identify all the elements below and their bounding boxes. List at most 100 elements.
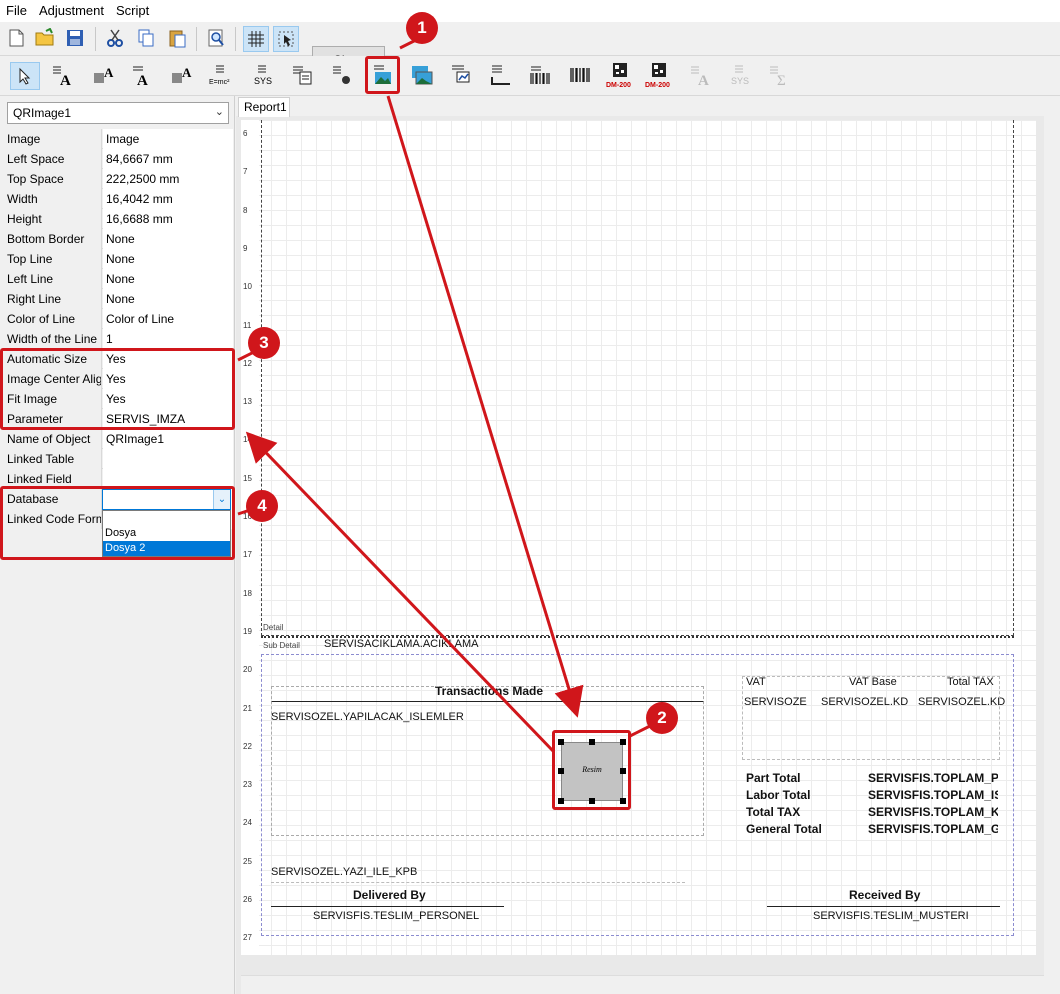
property-value[interactable]: 84,6667 mm: [103, 149, 233, 169]
teslim-musteri-field[interactable]: SERVISFIS.TESLIM_MUSTERI: [813, 910, 969, 922]
ruler-number: 17: [243, 550, 252, 560]
yazi-ile-field[interactable]: SERVISOZEL.YAZI_ILE_KPB: [271, 866, 417, 878]
object-selector-value: QRImage1: [13, 106, 72, 120]
vertical-scrollbar[interactable]: [1044, 116, 1060, 994]
property-row[interactable]: Linked Table: [0, 449, 233, 469]
yazi-ile-underline: [271, 882, 685, 883]
property-name: Name of Object: [0, 429, 102, 449]
property-name: Top Space: [0, 169, 102, 189]
property-value[interactable]: QRImage1: [103, 429, 233, 449]
ruler-number: 10: [243, 282, 252, 292]
subdetail-band-label: Sub Detail: [263, 641, 300, 650]
db-qrcode-icon[interactable]: DM-200: [645, 61, 673, 89]
total-field[interactable]: SERVISFIS.TOPLAM_ISC: [868, 788, 998, 802]
system-data-icon[interactable]: SYS: [250, 63, 278, 87]
property-row[interactable]: Height 16,6688 mm: [0, 209, 233, 229]
property-row[interactable]: Color of Line Color of Line: [0, 309, 233, 329]
rich-text-icon[interactable]: A: [130, 63, 154, 87]
tab-report1[interactable]: Report1: [238, 97, 290, 117]
cut-icon[interactable]: [103, 26, 127, 50]
ruler-number: 15: [243, 473, 252, 483]
property-value[interactable]: Image: [103, 129, 233, 149]
total-label[interactable]: Total TAX: [746, 805, 800, 819]
chart-icon[interactable]: [449, 63, 473, 87]
property-row[interactable]: Left Line None: [0, 269, 233, 289]
ruler-number: 24: [243, 818, 252, 828]
property-row[interactable]: Bottom Border None: [0, 229, 233, 249]
db-rich-text-icon[interactable]: A: [170, 63, 194, 87]
detail-band[interactable]: [261, 120, 1014, 636]
expression-icon[interactable]: E=mc²: [208, 63, 236, 87]
text-label-icon[interactable]: A: [50, 63, 74, 87]
menu-script[interactable]: Script: [110, 0, 155, 22]
copy-icon[interactable]: [134, 26, 158, 50]
open-folder-icon[interactable]: [33, 26, 57, 50]
save-icon[interactable]: [63, 26, 87, 50]
property-value[interactable]: 1: [103, 329, 233, 349]
new-file-icon[interactable]: [4, 26, 28, 50]
property-row[interactable]: Right Line None: [0, 289, 233, 309]
servis-aciklama-field[interactable]: SERVISACIKLAMA.ACIKLAMA: [324, 638, 478, 650]
object-selector[interactable]: QRImage1 ⌄: [7, 102, 229, 124]
menu-file[interactable]: File: [0, 0, 33, 22]
select-icon[interactable]: [273, 26, 299, 52]
property-value[interactable]: [103, 449, 233, 469]
property-value[interactable]: None: [103, 269, 233, 289]
horizontal-scrollbar[interactable]: [241, 975, 1044, 994]
property-row[interactable]: Top Line None: [0, 249, 233, 269]
db-image-icon[interactable]: [410, 63, 434, 87]
qrcode-icon[interactable]: DM-200: [606, 61, 634, 89]
barcode-icon[interactable]: [528, 63, 552, 87]
components-toolbar: A A A A E=mc² SYS DM-200 DM-200 A SYS Σ: [0, 56, 1060, 96]
property-name: Image: [0, 129, 102, 149]
property-row[interactable]: Top Space 222,2500 mm: [0, 169, 233, 189]
property-value[interactable]: Color of Line: [103, 309, 233, 329]
ruler-number: 9: [243, 243, 248, 253]
property-value[interactable]: 222,2500 mm: [103, 169, 233, 189]
total-field[interactable]: SERVISFIS.TOPLAM_PAR: [868, 771, 998, 785]
svg-text:E=mc²: E=mc²: [209, 79, 230, 86]
db-barcode-icon[interactable]: [568, 63, 592, 87]
delivered-by-label[interactable]: Delivered By: [353, 888, 426, 902]
property-name: Bottom Border: [0, 229, 102, 249]
ruler-number: 18: [243, 588, 252, 598]
grid-icon[interactable]: [243, 26, 269, 52]
property-value[interactable]: None: [103, 289, 233, 309]
total-field[interactable]: SERVISFIS.TOPLAM_KDV: [868, 805, 998, 819]
property-value[interactable]: None: [103, 249, 233, 269]
ruler-number: 19: [243, 626, 252, 636]
ruler-number: 11: [243, 320, 252, 330]
property-value[interactable]: 16,4042 mm: [103, 189, 233, 209]
preview-icon[interactable]: [204, 26, 228, 50]
pointer-icon[interactable]: [10, 62, 40, 90]
property-name: Width: [0, 189, 102, 209]
callout-badge-2: 2: [646, 702, 678, 734]
property-row[interactable]: Left Space 84,6667 mm: [0, 149, 233, 169]
total-label[interactable]: Labor Total: [746, 788, 810, 802]
shape-icon[interactable]: [330, 63, 354, 87]
ruler-number: 23: [243, 780, 252, 790]
total-label[interactable]: General Total: [746, 822, 822, 836]
property-value[interactable]: 16,6688 mm: [103, 209, 233, 229]
property-row[interactable]: Name of Object QRImage1: [0, 429, 233, 449]
total-field[interactable]: SERVISFIS.TOPLAM_GEN: [868, 822, 998, 836]
db-text-icon[interactable]: A: [92, 63, 116, 87]
menu-adjustment[interactable]: Adjustment: [33, 0, 110, 22]
property-row[interactable]: Width 16,4042 mm: [0, 189, 233, 209]
property-row[interactable]: Image Image: [0, 129, 233, 149]
svg-text:DM-200: DM-200: [606, 82, 631, 89]
received-by-label[interactable]: Received By: [849, 888, 920, 902]
property-row[interactable]: Width of the Line 1: [0, 329, 233, 349]
total-label[interactable]: Part Total: [746, 771, 800, 785]
property-name: Linked Table: [0, 449, 102, 469]
svg-text:A: A: [137, 73, 148, 87]
property-value[interactable]: None: [103, 229, 233, 249]
svg-text:A: A: [104, 65, 114, 80]
ruler-number: 20: [243, 665, 252, 675]
memo-icon[interactable]: [290, 63, 314, 87]
ruler-number: 6: [243, 129, 248, 138]
paste-icon[interactable]: [165, 26, 189, 50]
line-icon[interactable]: [489, 63, 513, 87]
callout-box-2: [552, 730, 631, 810]
teslim-personel-field[interactable]: SERVISFIS.TESLIM_PERSONEL: [313, 910, 479, 922]
